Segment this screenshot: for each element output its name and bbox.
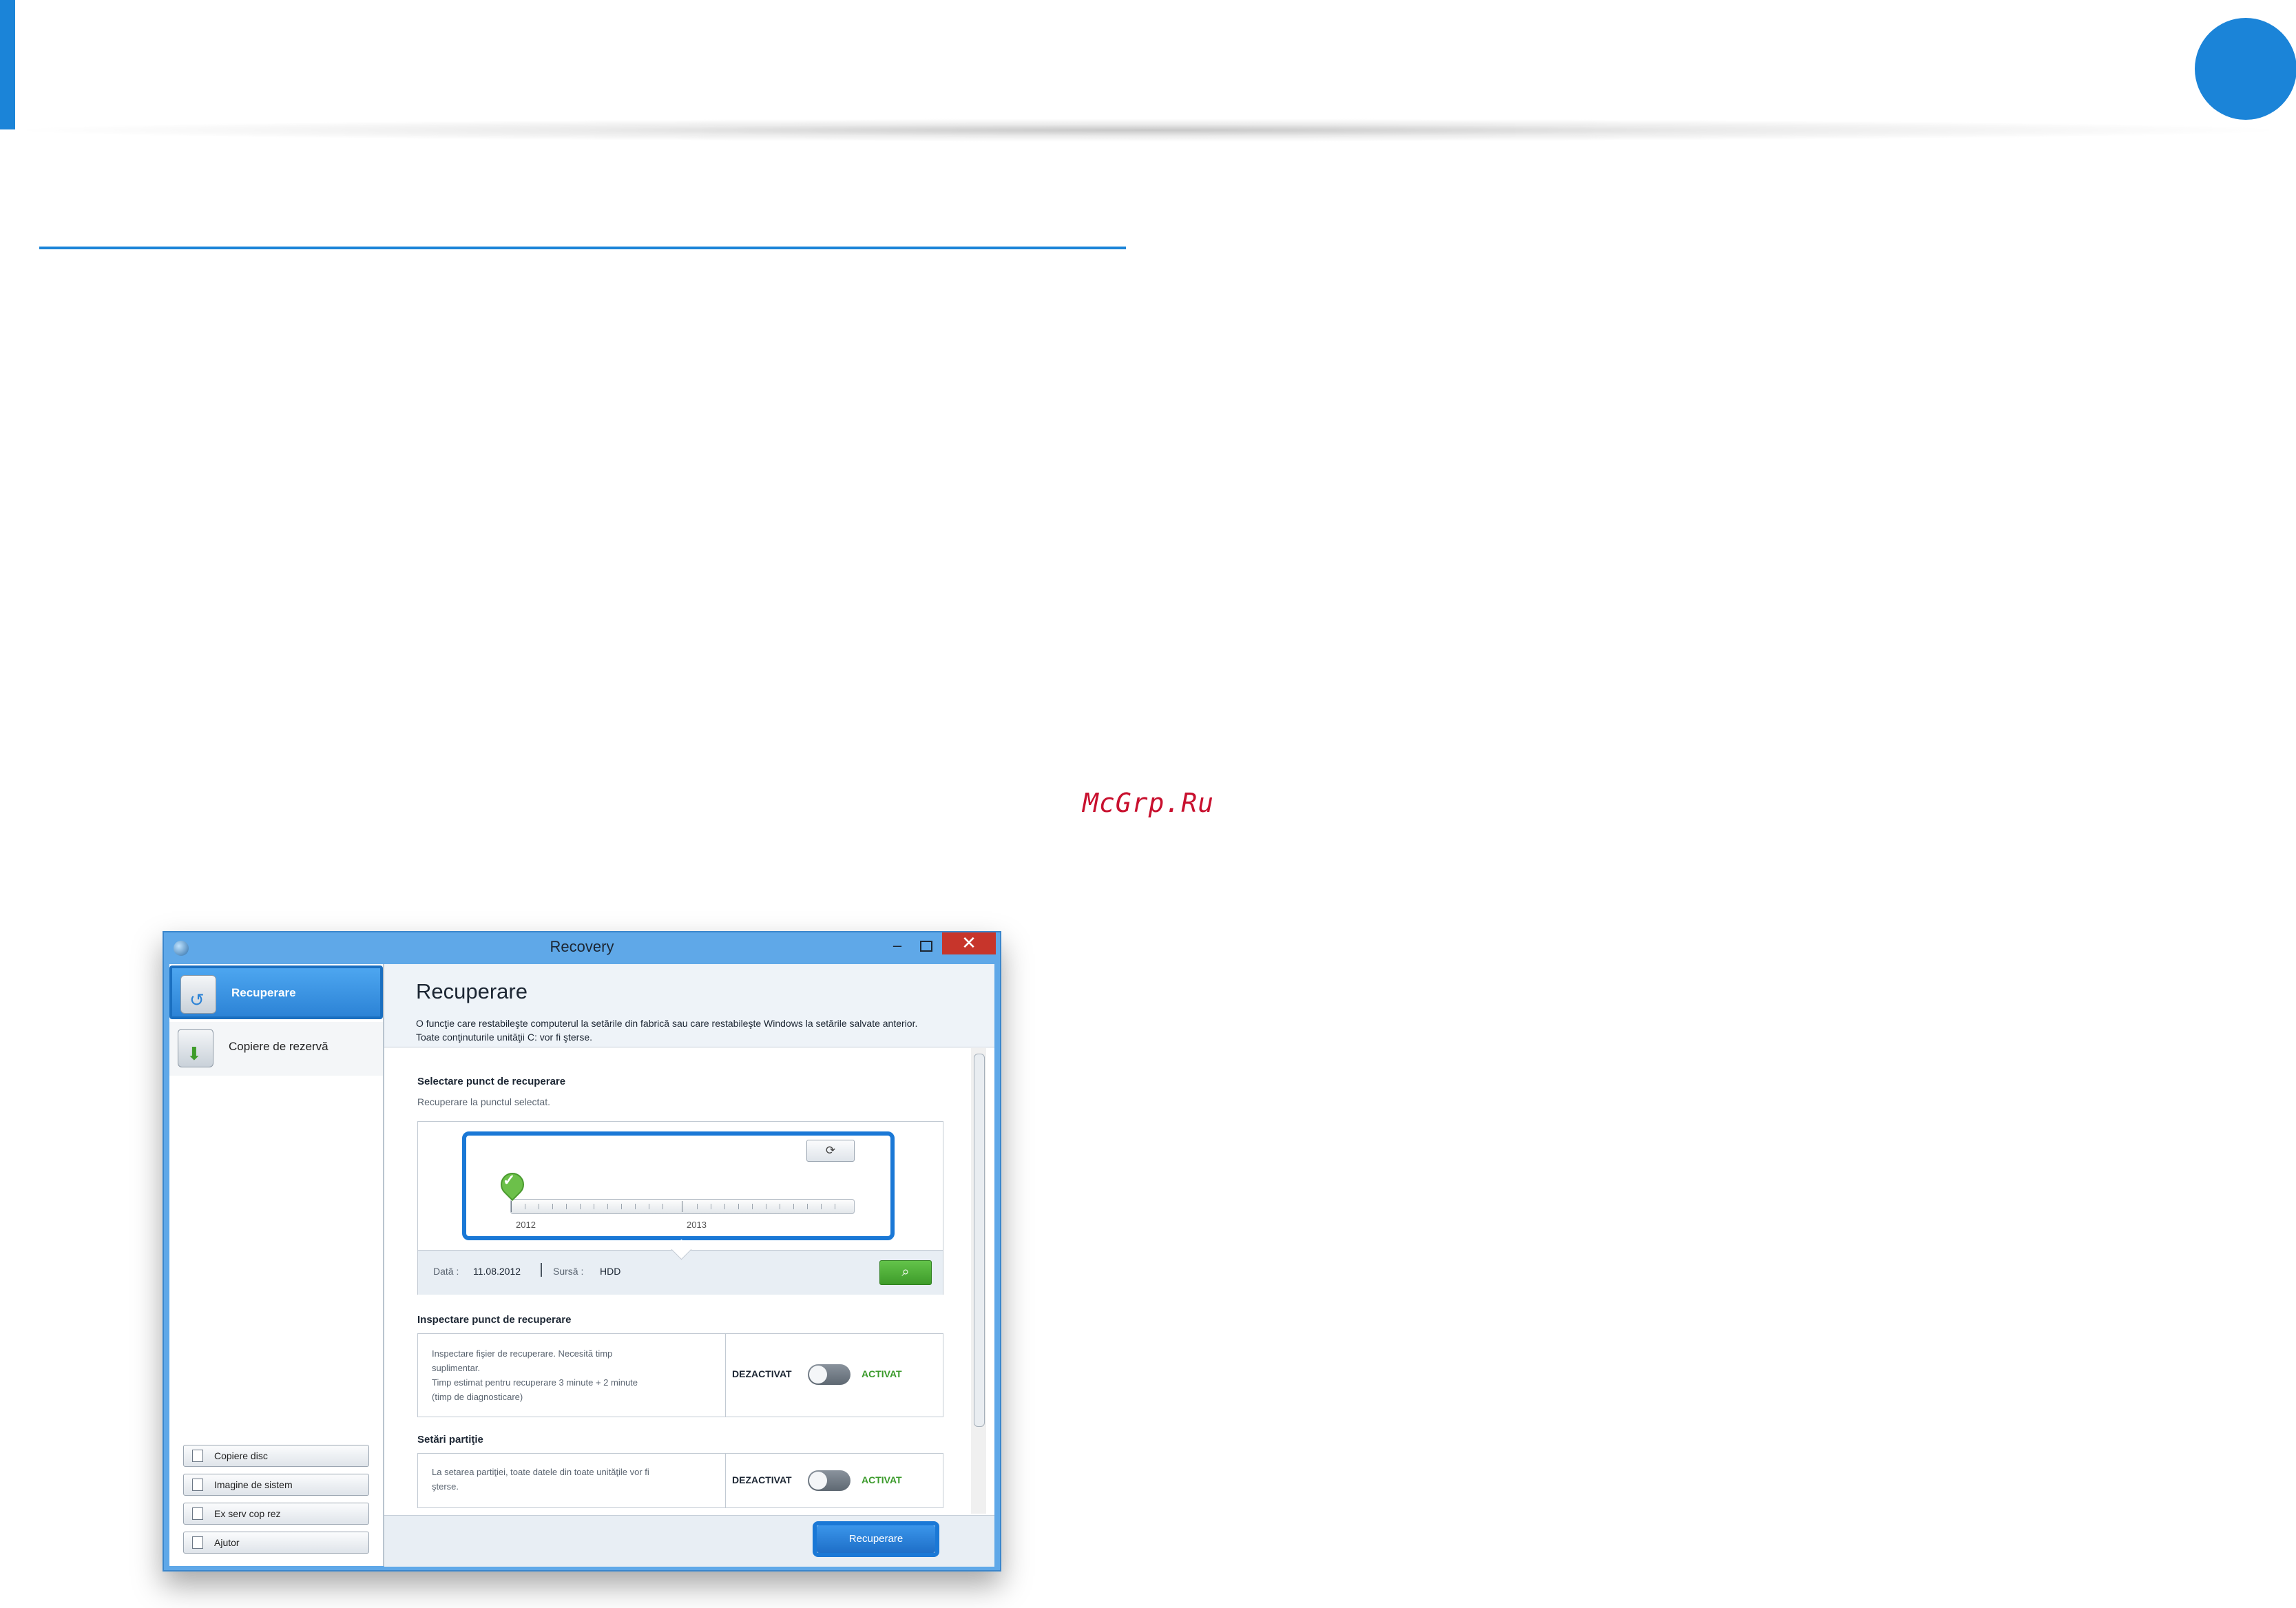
date-label: Dată : — [433, 1266, 459, 1277]
copy-disc-button[interactable]: Copiere disc — [183, 1445, 369, 1467]
restore-point-subtitle: Recuperare la punctul selectat. — [417, 1096, 550, 1107]
help-button[interactable]: Ajutor — [183, 1532, 369, 1554]
system-image-button[interactable]: Imagine de sistem — [183, 1474, 369, 1496]
partition-toggle[interactable] — [808, 1470, 850, 1491]
title-bar[interactable]: Recovery – ✕ — [164, 932, 1000, 964]
separator — [541, 1263, 542, 1277]
tick — [552, 1204, 553, 1209]
system-image-icon — [192, 1479, 203, 1491]
scrollbar-thumb[interactable] — [974, 1054, 985, 1427]
divider — [725, 1454, 726, 1507]
action-bar: Recuperare — [384, 1515, 994, 1567]
restore-point-timeline: ⟳ ✓ 2012 2013 Dată: 11.08.2012 Sursă: … — [417, 1121, 943, 1295]
maximize-button[interactable] — [915, 938, 935, 957]
recover-button[interactable]: Recuperare — [817, 1525, 935, 1553]
help-icon — [192, 1536, 203, 1549]
tick — [511, 1201, 512, 1212]
main-header: Recuperare O funcţie care restabileşte c… — [384, 964, 994, 1047]
partition-on-label: ACTIVAT — [862, 1474, 902, 1485]
inspect-off-label: DEZACTIVAT — [732, 1368, 792, 1379]
inspect-option-box: Inspectare fişier de recuperare. Necesit… — [417, 1333, 943, 1417]
restore-point-details: Dată : 11.08.2012 Sursă : HDD ⌕ — [418, 1239, 943, 1295]
section-rule — [39, 247, 1126, 249]
inspect-title: Inspectare punct de recuperare — [417, 1314, 572, 1326]
close-button[interactable]: ✕ — [942, 932, 996, 954]
export-backup-button[interactable]: Ex serv cop rez — [183, 1503, 369, 1525]
source-value: HDD — [600, 1266, 621, 1277]
tick — [566, 1204, 567, 1209]
recovery-window: Recovery – ✕ ↺ Recuperare ⬇ Copiere de r… — [163, 931, 1001, 1572]
divider — [725, 1334, 726, 1417]
refresh-disk-icon: ⟳ — [825, 1144, 836, 1157]
window-title: Recovery — [550, 938, 614, 955]
export-backup-icon — [192, 1507, 203, 1520]
page-number-badge — [2195, 18, 2296, 120]
window-client: ↺ Recuperare ⬇ Copiere de rezervă Copier… — [169, 964, 994, 1567]
inspect-on-label: ACTIVAT — [862, 1368, 902, 1379]
copy-disc-icon — [192, 1450, 203, 1462]
timeline-view-button[interactable]: ⟳ — [806, 1140, 855, 1162]
sidebar-item-recuperare[interactable]: ↺ Recuperare — [169, 965, 383, 1019]
tick — [793, 1204, 794, 1209]
date-value: 11.08.2012 — [473, 1266, 521, 1277]
pointer-notch — [671, 1239, 692, 1260]
partition-option-box: La setarea partiţiei, toate datele din t… — [417, 1453, 943, 1508]
check-icon: ✓ — [503, 1171, 516, 1189]
tick — [724, 1204, 725, 1209]
partition-title: Setări partiţie — [417, 1434, 483, 1445]
tick — [662, 1204, 663, 1209]
main-panel: Recuperare O funcţie care restabileşte c… — [384, 964, 994, 1567]
description-line: O funcţie care restabileşte computerul l… — [416, 1018, 918, 1029]
watermark: McGrp.Ru — [1083, 788, 1215, 818]
sidebar-item-label: Recuperare — [231, 986, 296, 999]
tick — [621, 1204, 622, 1209]
tick — [607, 1204, 608, 1209]
inspect-description: Inspectare fişier de recuperare. Necesit… — [432, 1348, 638, 1402]
year-label: 2013 — [687, 1220, 707, 1230]
page-accent-bar — [0, 0, 15, 129]
tick — [738, 1204, 739, 1209]
tick — [821, 1204, 822, 1209]
tick — [635, 1204, 636, 1209]
tick — [807, 1204, 808, 1209]
timeline-slider[interactable] — [510, 1199, 855, 1214]
tick — [580, 1204, 581, 1209]
sidebar: ↺ Recuperare ⬇ Copiere de rezervă Copier… — [169, 964, 384, 1566]
page-title: Recuperare — [416, 979, 528, 1003]
laptop-search-icon: ⌕ — [901, 1264, 910, 1280]
sidebar-item-backup[interactable]: ⬇ Copiere de rezervă — [169, 1022, 383, 1076]
inspect-restore-point-button[interactable]: ⌕ — [879, 1260, 932, 1285]
tick — [697, 1204, 698, 1209]
restore-point-title: Selectare punct de recuperare — [417, 1076, 566, 1087]
description-line: Toate conţinuturile unităţii C: vor fi ş… — [416, 1032, 593, 1043]
source-label: Sursă : — [553, 1266, 584, 1277]
partition-description: La setarea partiţiei, toate datele din t… — [432, 1467, 649, 1492]
recovery-disk-icon: ↺ — [180, 975, 216, 1014]
year-label: 2012 — [516, 1220, 536, 1230]
header-shadow — [0, 118, 2296, 142]
backup-download-icon: ⬇ — [178, 1029, 213, 1067]
tick — [752, 1204, 753, 1209]
minimize-button[interactable]: – — [887, 938, 908, 957]
sidebar-item-label: Copiere de rezervă — [229, 1040, 328, 1053]
inspect-toggle[interactable] — [808, 1364, 850, 1385]
partition-off-label: DEZACTIVAT — [732, 1474, 792, 1485]
